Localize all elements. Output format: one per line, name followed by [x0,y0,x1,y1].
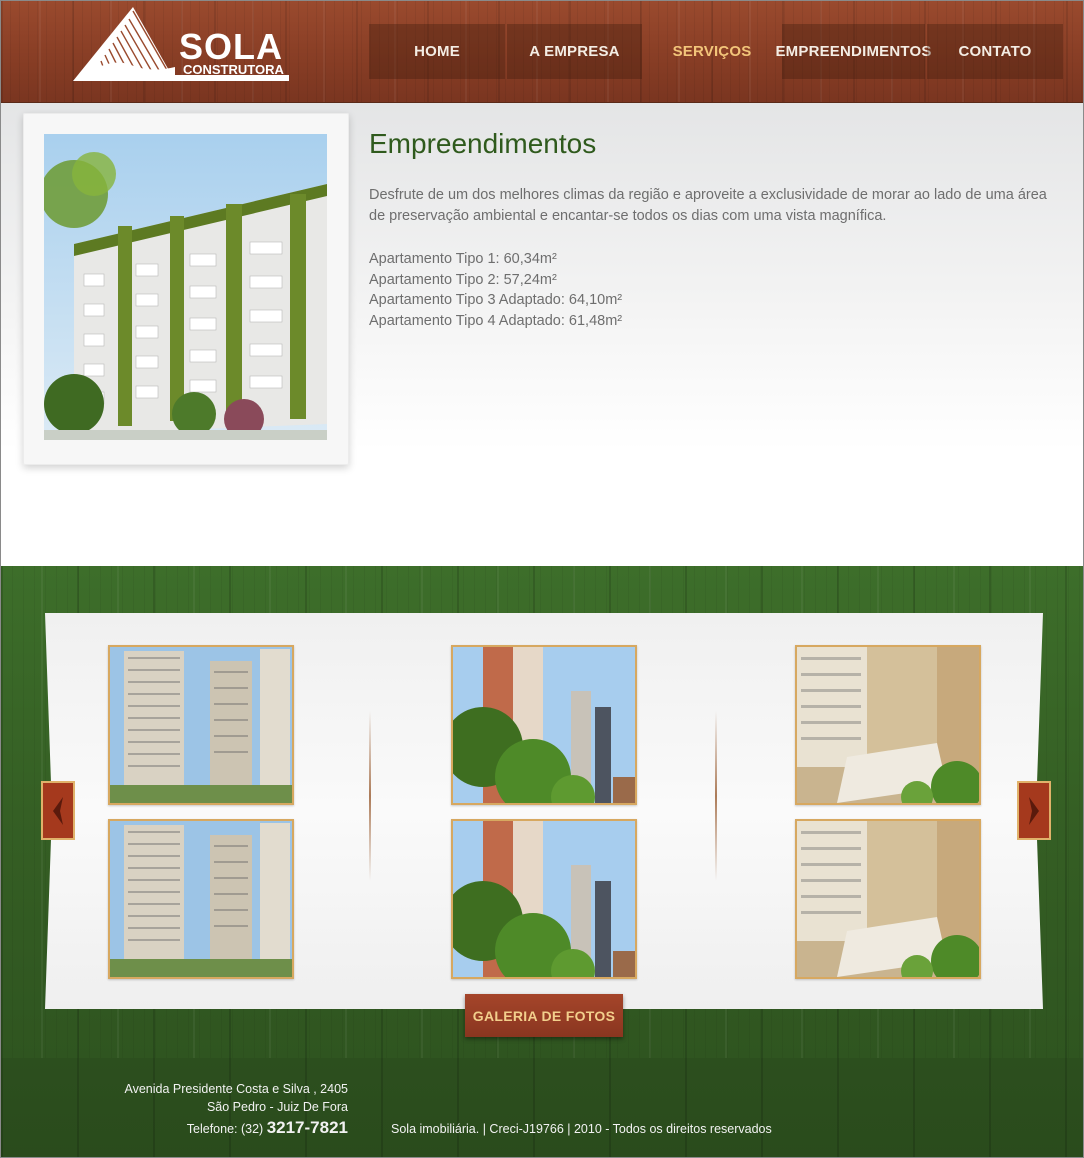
gallery-thumb[interactable] [108,819,294,979]
nav-empreendimentos[interactable]: EMPREENDIMENTOS [775,24,931,79]
nav-contato[interactable]: CONTATO [927,24,1063,79]
copyright-text: Sola imobiliária. | Creci-J19766 | 2010 … [391,1122,772,1136]
apartment-specs-list: Apartamento Tipo 1: 60,34m² Apartamento … [369,249,622,331]
nav-home[interactable]: HOME [369,24,505,79]
featured-building-photo [44,134,327,440]
gallery-thumb[interactable] [108,645,294,805]
site-header: SOLA CONSTRUTORA HOME A EMPRESA SERVIÇOS… [1,1,1083,103]
gallery-divider [369,711,371,881]
chevron-left-icon [53,796,63,825]
spec-item: Apartamento Tipo 3 Adaptado: 64,10m² [369,292,623,308]
phone-label: Telefone: (32) [186,1122,264,1136]
photo-gallery-button[interactable]: GALERIA DE FOTOS [465,994,623,1037]
spec-item: Apartamento Tipo 2: 57,24m² [369,271,557,288]
chevron-right-icon [1029,796,1039,825]
photo-gallery-section: GALERIA DE FOTOS [1,566,1083,1058]
spec-item: Apartamento Tipo 4 Adaptado: 61,48m² [369,312,623,329]
footer-address: Avenida Presidente Costa e Silva , 2405 … [124,1080,348,1138]
gallery-thumb[interactable] [451,645,637,805]
page-frame: SOLA CONSTRUTORA HOME A EMPRESA SERVIÇOS… [0,0,1084,1158]
gallery-thumb[interactable] [795,645,981,805]
logo[interactable]: SOLA CONSTRUTORA [71,5,291,85]
spec-item: Apartamento Tipo 1: 60,34m² [369,251,557,267]
site-footer: Avenida Presidente Costa e Silva , 2405 … [1,1058,1083,1157]
phone-line: Telefone: (32) 3217-7821 [124,1119,348,1138]
nav-servicos[interactable]: SERVIÇOS [644,24,780,79]
address-line: São Pedro - Juiz De Fora [206,1100,348,1114]
main-nav: HOME A EMPRESA SERVIÇOS EMPREENDIMENTOS … [369,24,1063,79]
gallery-thumb[interactable] [451,819,637,979]
page-title: Empreendimentos [369,128,597,159]
logo-subtitle: CONSTRUTORA [183,62,284,77]
main-content [1,103,1083,566]
phone-number: 3217-7821 [266,1118,348,1137]
page-description: Desfrute de um dos melhores climas da re… [369,187,1047,224]
gallery-next-button[interactable] [1017,781,1051,840]
gallery-thumb[interactable] [795,819,981,979]
logo-name: SOLA [179,26,284,67]
gallery-divider [715,711,717,881]
address-line: Avenida Presidente Costa e Silva , 2405 [124,1082,348,1096]
featured-photo-frame [23,113,349,465]
nav-a-empresa[interactable]: A EMPRESA [507,24,642,79]
gallery-prev-button[interactable] [41,781,75,840]
